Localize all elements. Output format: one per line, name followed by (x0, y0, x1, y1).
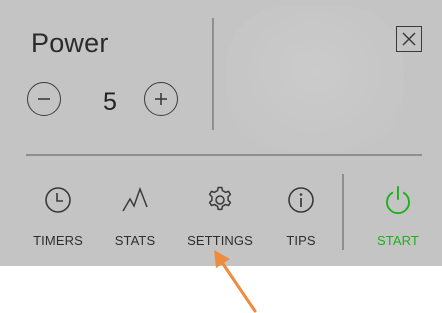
decrease-power-button[interactable] (27, 82, 61, 116)
nav-tips[interactable]: TIPS (276, 182, 326, 252)
nav-settings[interactable]: SETTINGS (180, 182, 260, 252)
nav-timers-label: TIMERS (33, 233, 83, 248)
plus-icon (155, 93, 167, 105)
power-control-panel: Power 5 TIMERS STATS SETTINGS TIPS START (0, 0, 442, 266)
close-button[interactable] (396, 26, 422, 52)
display-area (226, 6, 404, 152)
power-value: 5 (103, 88, 117, 116)
power-icon (386, 186, 410, 215)
clock-icon (45, 187, 71, 213)
power-title: Power (31, 28, 109, 58)
gear-icon (208, 186, 232, 211)
minus-icon (38, 98, 50, 100)
increase-power-button[interactable] (144, 82, 178, 116)
start-divider (342, 174, 344, 250)
start-label: START (377, 233, 419, 248)
nav-tips-label: TIPS (286, 233, 316, 248)
close-icon (401, 31, 416, 46)
horizontal-divider (26, 154, 422, 156)
nav-stats-label: STATS (114, 233, 156, 248)
zigzag-chart-icon (122, 186, 148, 212)
start-button[interactable]: START (366, 182, 430, 252)
nav-stats[interactable]: STATS (105, 182, 165, 252)
nav-timers[interactable]: TIMERS (24, 182, 92, 252)
info-icon (288, 187, 314, 213)
pointer-arrow-icon (214, 250, 257, 313)
vertical-divider (212, 18, 214, 130)
